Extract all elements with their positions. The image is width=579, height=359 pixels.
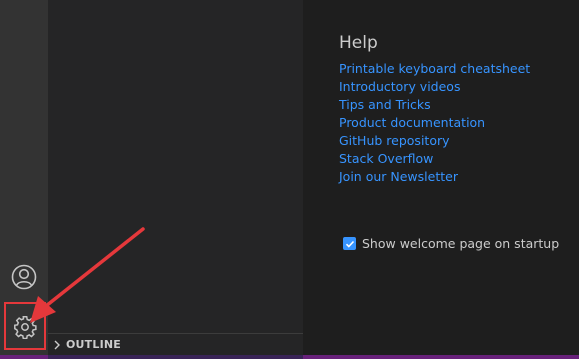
help-links-list: Printable keyboard cheatsheet Introducto…: [339, 60, 530, 186]
chevron-right-icon: [48, 340, 66, 350]
startup-checkbox-label: Show welcome page on startup: [362, 236, 560, 251]
outline-label: OUTLINE: [66, 338, 122, 351]
settings-highlight-box: [4, 302, 46, 350]
gear-icon[interactable]: [13, 315, 37, 339]
outline-section-header[interactable]: OUTLINE: [48, 333, 303, 355]
link-newsletter[interactable]: Join our Newsletter: [339, 168, 530, 186]
welcome-editor: Help Printable keyboard cheatsheet Intro…: [303, 0, 579, 359]
link-keyboard-cheatsheet[interactable]: Printable keyboard cheatsheet: [339, 60, 530, 78]
status-strip: [0, 355, 579, 359]
link-product-documentation[interactable]: Product documentation: [339, 114, 530, 132]
link-stack-overflow[interactable]: Stack Overflow: [339, 150, 530, 168]
link-introductory-videos[interactable]: Introductory videos: [339, 78, 530, 96]
startup-checkbox[interactable]: [343, 237, 356, 250]
checkmark-icon: [345, 240, 354, 248]
account-icon[interactable]: [11, 264, 37, 290]
sidebar: OUTLINE: [48, 0, 303, 359]
help-heading: Help: [339, 33, 378, 53]
startup-checkbox-row: Show welcome page on startup: [343, 236, 559, 251]
activity-bar: [0, 0, 48, 359]
link-github-repository[interactable]: GitHub repository: [339, 132, 530, 150]
link-tips-and-tricks[interactable]: Tips and Tricks: [339, 96, 530, 114]
